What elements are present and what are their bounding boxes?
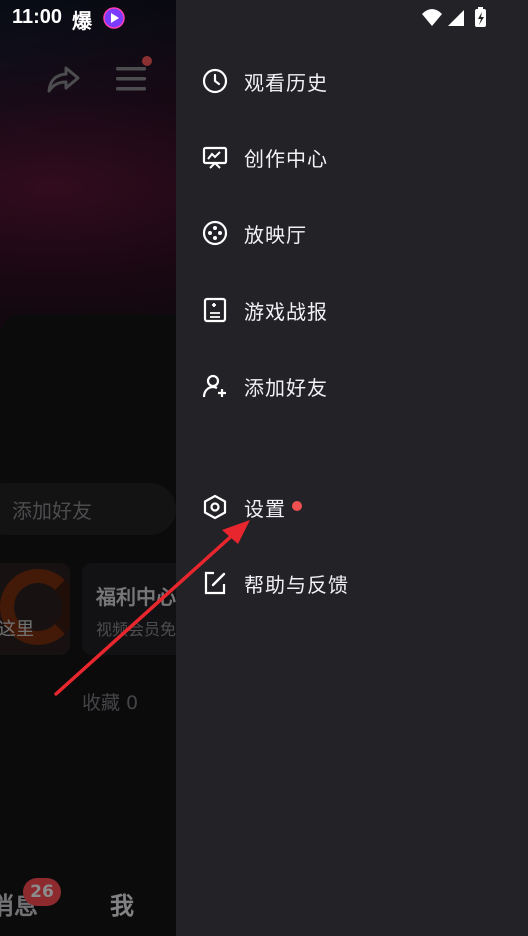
- drawer-item-label: 添加好友: [244, 375, 328, 400]
- status-system-icons: [422, 7, 486, 27]
- edit-feedback-icon: [204, 571, 226, 595]
- side-drawer: 观看历史 创作中心 放映厅 游戏战报 添加好友 设置 帮助与反馈: [176, 0, 528, 936]
- drawer-item-game-report[interactable]: 游戏战报: [176, 280, 528, 340]
- wifi-icon: [422, 9, 442, 26]
- app-notification-icon: [103, 7, 125, 29]
- drawer-item-label: 创作中心: [244, 146, 328, 171]
- drawer-item-screening-hall[interactable]: 放映厅: [176, 203, 528, 263]
- drawer-item-label: 帮助与反馈: [244, 572, 349, 597]
- drawer-item-add-friend[interactable]: 添加好友: [176, 356, 528, 416]
- status-notification-char: 爆: [72, 9, 92, 33]
- drawer-item-settings[interactable]: 设置: [176, 477, 528, 537]
- game-report-icon: [203, 297, 227, 323]
- drawer-item-watch-history[interactable]: 观看历史: [176, 51, 528, 111]
- drawer-item-label: 设置: [244, 496, 286, 521]
- drawer-item-label: 游戏战报: [244, 299, 328, 324]
- settings-hexagon-icon: [203, 494, 227, 520]
- film-reel-icon: [202, 220, 228, 246]
- status-bar: 11:00 爆: [0, 0, 528, 36]
- signal-icon: [448, 10, 464, 26]
- drawer-item-label: 放映厅: [244, 222, 307, 247]
- drawer-item-help-feedback[interactable]: 帮助与反馈: [176, 553, 528, 613]
- settings-notification-dot: [292, 501, 302, 511]
- status-time: 11:00: [12, 6, 63, 28]
- clock-icon: [202, 68, 228, 94]
- add-person-icon: [202, 374, 226, 398]
- drawer-item-label: 观看历史: [244, 70, 328, 95]
- creator-monitor-icon: [202, 146, 228, 169]
- drawer-item-creator-center[interactable]: 创作中心: [176, 127, 528, 187]
